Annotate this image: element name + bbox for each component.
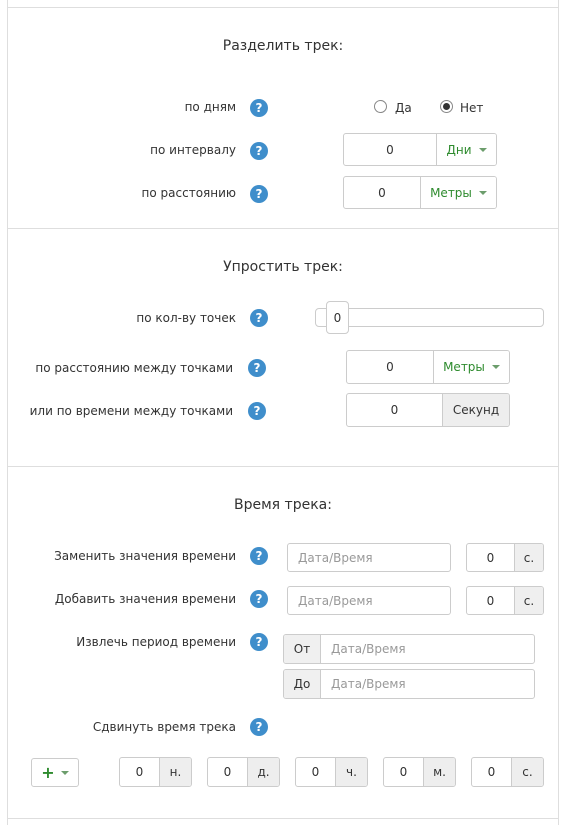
chevron-down-icon bbox=[491, 365, 500, 369]
split-by-distance-label: по расстоянию bbox=[141, 186, 236, 200]
shift-minutes-group: 0 м. bbox=[383, 757, 456, 787]
help-icon[interactable]: ? bbox=[250, 633, 268, 651]
shift-days-group: 0 д. bbox=[207, 757, 280, 787]
replace-datetime-placeholder: Дата/Время bbox=[298, 550, 373, 565]
radio-yes-label: Да bbox=[395, 101, 412, 115]
points-time-unit: Секунд bbox=[442, 394, 509, 426]
split-by-days-label: по дням bbox=[184, 100, 236, 114]
extract-to-prefix: До bbox=[284, 670, 321, 698]
distance-unit-label: Метры bbox=[430, 185, 472, 200]
add-datetime-input[interactable]: Дата/Время bbox=[287, 586, 451, 615]
split-by-interval-label: по интервалу bbox=[150, 143, 236, 157]
add-time-label: Добавить значения времени bbox=[54, 592, 236, 606]
divider bbox=[7, 228, 559, 229]
shift-minutes-input[interactable]: 0 bbox=[384, 758, 423, 786]
shift-seconds-unit: с. bbox=[511, 758, 543, 786]
extract-time-label: Извлечь период времени bbox=[76, 635, 236, 649]
shift-days-input[interactable]: 0 bbox=[208, 758, 247, 786]
radio-yes[interactable] bbox=[374, 100, 387, 113]
shift-hours-group: 0 ч. bbox=[295, 757, 368, 787]
panel-right-border bbox=[558, 0, 559, 825]
extract-from-group: От Дата/Время bbox=[283, 634, 535, 664]
shift-weeks-input[interactable]: 0 bbox=[120, 758, 159, 786]
interval-input-group: 0 Дни bbox=[343, 133, 497, 166]
simplify-by-time-label: или по времени между точками bbox=[29, 404, 233, 418]
simplify-by-distance-label: по расстоянию между точками bbox=[35, 361, 233, 375]
interval-unit-label: Дни bbox=[446, 142, 472, 157]
extract-to-group: До Дата/Время bbox=[283, 669, 535, 699]
help-icon[interactable]: ? bbox=[250, 99, 268, 117]
chevron-down-icon bbox=[60, 770, 69, 775]
add-seconds-group: 0 с. bbox=[466, 586, 544, 615]
shift-minutes-unit: м. bbox=[423, 758, 455, 786]
extract-from-input[interactable]: Дата/Время bbox=[321, 635, 534, 663]
replace-seconds-unit: с. bbox=[514, 544, 543, 571]
replace-seconds-input[interactable]: 0 bbox=[467, 544, 514, 571]
help-icon[interactable]: ? bbox=[248, 359, 266, 377]
shift-weeks-unit: н. bbox=[159, 758, 191, 786]
chevron-down-icon bbox=[478, 190, 487, 195]
distance-input-group: 0 Метры bbox=[343, 176, 497, 209]
extract-from-prefix: От bbox=[284, 635, 321, 663]
help-icon[interactable]: ? bbox=[250, 718, 268, 736]
divider bbox=[7, 818, 559, 819]
points-distance-unit-label: Метры bbox=[443, 360, 485, 374]
distance-input[interactable]: 0 bbox=[344, 177, 420, 208]
simplify-by-points-label: по кол-ву точек bbox=[136, 311, 236, 325]
radio-no-label: Нет bbox=[460, 101, 484, 115]
help-icon[interactable]: ? bbox=[248, 402, 266, 420]
shift-time-label: Сдвинуть время трека bbox=[92, 720, 236, 734]
extract-to-input[interactable]: Дата/Время bbox=[321, 670, 534, 698]
points-distance-unit-dropdown[interactable]: Метры bbox=[433, 351, 509, 383]
distance-unit-dropdown[interactable]: Метры bbox=[420, 177, 496, 208]
help-icon[interactable]: ? bbox=[250, 309, 268, 327]
shift-hours-input[interactable]: 0 bbox=[296, 758, 335, 786]
help-icon[interactable]: ? bbox=[250, 590, 268, 608]
interval-input[interactable]: 0 bbox=[344, 134, 436, 165]
add-seconds-input[interactable]: 0 bbox=[467, 587, 514, 614]
help-icon[interactable]: ? bbox=[250, 547, 268, 565]
help-icon[interactable]: ? bbox=[250, 142, 268, 160]
interval-unit-dropdown[interactable]: Дни bbox=[436, 134, 496, 165]
replace-time-label: Заменить значения времени bbox=[54, 549, 236, 563]
points-time-input[interactable]: 0 bbox=[347, 394, 442, 426]
time-section-title: Время трека: bbox=[234, 497, 332, 513]
points-slider-handle[interactable]: 0 bbox=[326, 301, 349, 334]
simplify-section-title: Упростить трек: bbox=[223, 259, 343, 275]
replace-datetime-input[interactable]: Дата/Время bbox=[287, 543, 451, 572]
radio-no[interactable] bbox=[440, 100, 453, 113]
replace-seconds-group: 0 с. bbox=[466, 543, 544, 572]
points-time-input-group: 0 Секунд bbox=[346, 393, 510, 427]
points-distance-input-group: 0 Метры bbox=[346, 350, 510, 384]
divider bbox=[7, 466, 559, 467]
shift-seconds-group: 0 с. bbox=[471, 757, 544, 787]
shift-days-unit: д. bbox=[247, 758, 279, 786]
shift-seconds-input[interactable]: 0 bbox=[472, 758, 511, 786]
add-seconds-unit: с. bbox=[514, 587, 543, 614]
chevron-down-icon bbox=[478, 147, 487, 152]
split-section-title: Разделить трек: bbox=[222, 38, 344, 54]
add-datetime-placeholder: Дата/Время bbox=[298, 593, 373, 608]
panel-left-border bbox=[7, 0, 8, 825]
help-icon[interactable]: ? bbox=[250, 185, 268, 203]
points-slider-track[interactable] bbox=[315, 308, 544, 327]
add-shift-dropdown-button[interactable]: + bbox=[31, 758, 79, 787]
plus-icon: + bbox=[41, 762, 55, 782]
shift-weeks-group: 0 н. bbox=[119, 757, 192, 787]
divider bbox=[7, 7, 559, 8]
points-distance-input[interactable]: 0 bbox=[347, 351, 433, 383]
shift-hours-unit: ч. bbox=[335, 758, 367, 786]
